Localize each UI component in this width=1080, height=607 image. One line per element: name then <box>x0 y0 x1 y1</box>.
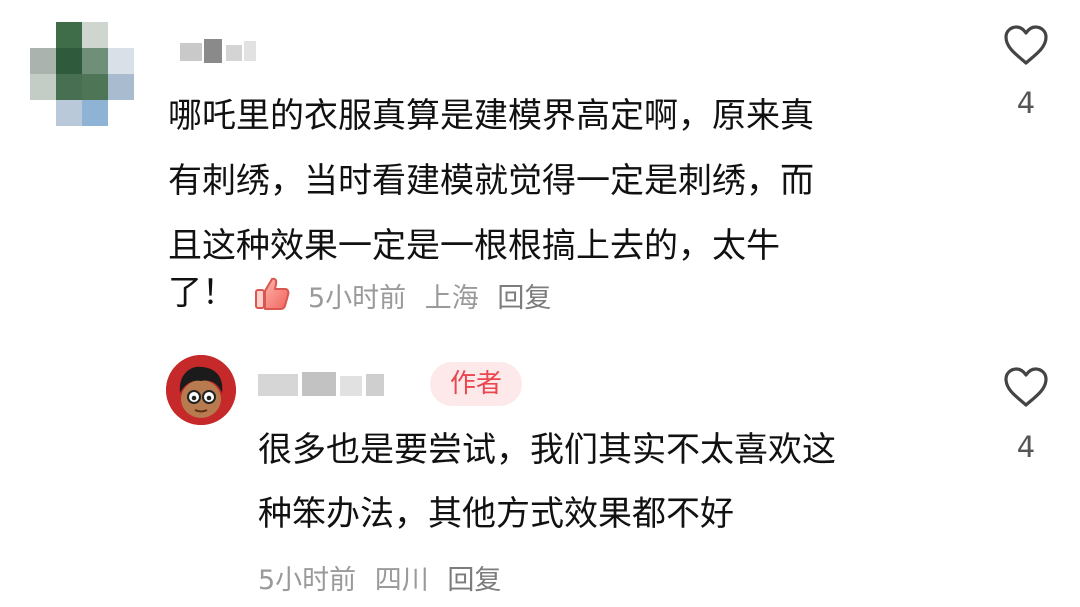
reply-location: 四川 <box>374 565 429 596</box>
reply-time: 5小时前 <box>258 565 357 596</box>
reply-text: 很多也是要尝试，我们其实不太喜欢这 种笨办法，其他方式效果都不好 <box>258 418 958 546</box>
heart-outline-icon[interactable] <box>1003 24 1049 65</box>
comment-text-line: 且这种效果一定是一根根搞上去的，太牛 <box>168 226 780 266</box>
comment-reply-button[interactable]: 回复 <box>497 283 551 314</box>
reply-text-line: 很多也是要尝试，我们其实不太喜欢这 <box>258 430 836 470</box>
reply-text-line: 种笨办法，其他方式效果都不好 <box>258 494 734 534</box>
reply-like-count: 4 <box>1016 430 1036 464</box>
reply-meta: 5小时前 四川 回复 <box>258 558 511 597</box>
author-avatar[interactable] <box>166 355 236 425</box>
thumbs-up-sticker-icon <box>252 274 292 314</box>
author-name-blurred <box>258 368 388 400</box>
comment-location: 上海 <box>424 283 479 314</box>
heart-outline-icon[interactable] <box>1003 366 1049 407</box>
comment-text-tail: 了！ <box>168 273 236 313</box>
commenter-name-blurred <box>180 35 260 67</box>
commenter-avatar[interactable] <box>30 22 134 126</box>
reply-reply-button[interactable]: 回复 <box>447 565 501 596</box>
author-badge: 作者 <box>430 362 522 406</box>
comment-meta: 5小时前 上海 回复 <box>308 276 561 315</box>
comment-text-line: 哪吒里的衣服真算是建模界高定啊，原来真 <box>168 96 814 136</box>
comment-like-count: 4 <box>1016 86 1036 120</box>
comment-text-line: 有刺绣，当时看建模就觉得一定是刺绣，而 <box>168 161 814 201</box>
comment-time: 5小时前 <box>308 283 407 314</box>
comment-text: 哪吒里的衣服真算是建模界高定啊，原来真 有刺绣，当时看建模就觉得一定是刺绣，而 … <box>168 84 928 279</box>
